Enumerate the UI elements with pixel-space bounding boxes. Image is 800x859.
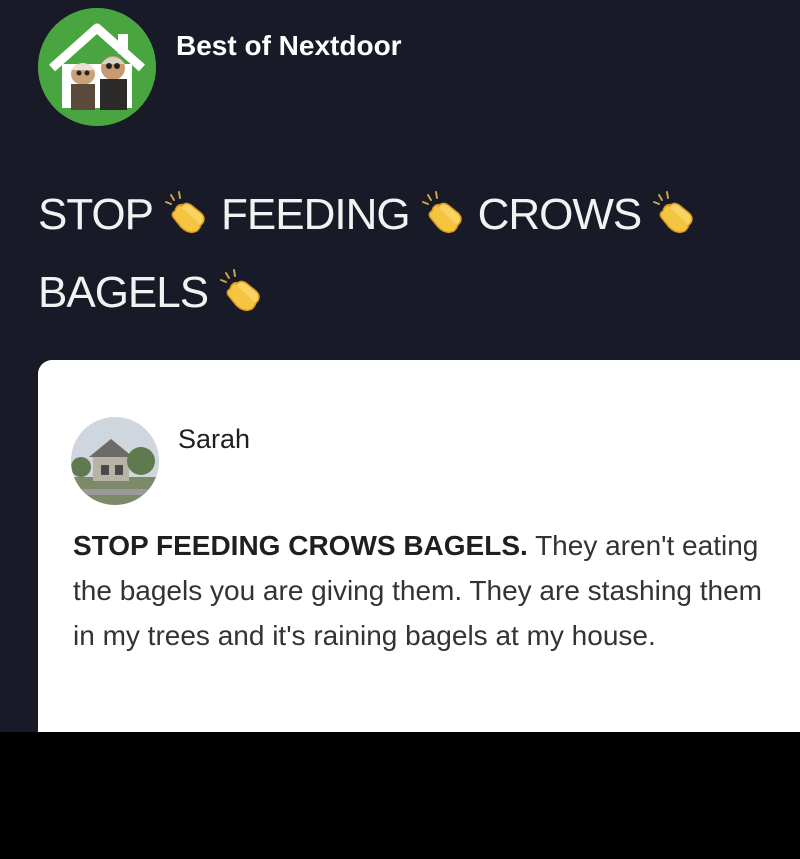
headline-word: CROWS: [477, 190, 643, 239]
post-container: Best of Nextdoor STOP FEEDING CROWS BAGE…: [0, 0, 800, 732]
headline-word: BAGELS: [38, 268, 209, 317]
clapping-hands-icon: [421, 191, 462, 234]
clapping-hands-icon: [220, 269, 260, 312]
headline-word: STOP: [38, 190, 154, 239]
headline: STOP FEEDING CROWS BAGELS: [38, 176, 778, 332]
account-avatar[interactable]: [38, 8, 156, 126]
bottom-black-area: [0, 732, 800, 859]
muppets-house-avatar-icon: [38, 8, 156, 126]
quoted-post-card[interactable]: Sarah STOP FEEDING CROWS BAGELS. They ar…: [38, 360, 800, 732]
post-body: STOP FEEDING CROWS BAGELS. They aren't e…: [73, 523, 773, 658]
account-name[interactable]: Best of Nextdoor: [176, 30, 402, 62]
house-photo-image: [71, 417, 159, 505]
author-name[interactable]: Sarah: [178, 424, 250, 455]
clapping-hands-icon: [653, 191, 693, 234]
clapping-hands-icon: [165, 191, 205, 234]
post-lead-text: STOP FEEDING CROWS BAGELS.: [73, 530, 528, 561]
headline-word: FEEDING: [221, 190, 411, 239]
house-photo-avatar-icon[interactable]: [71, 417, 159, 505]
